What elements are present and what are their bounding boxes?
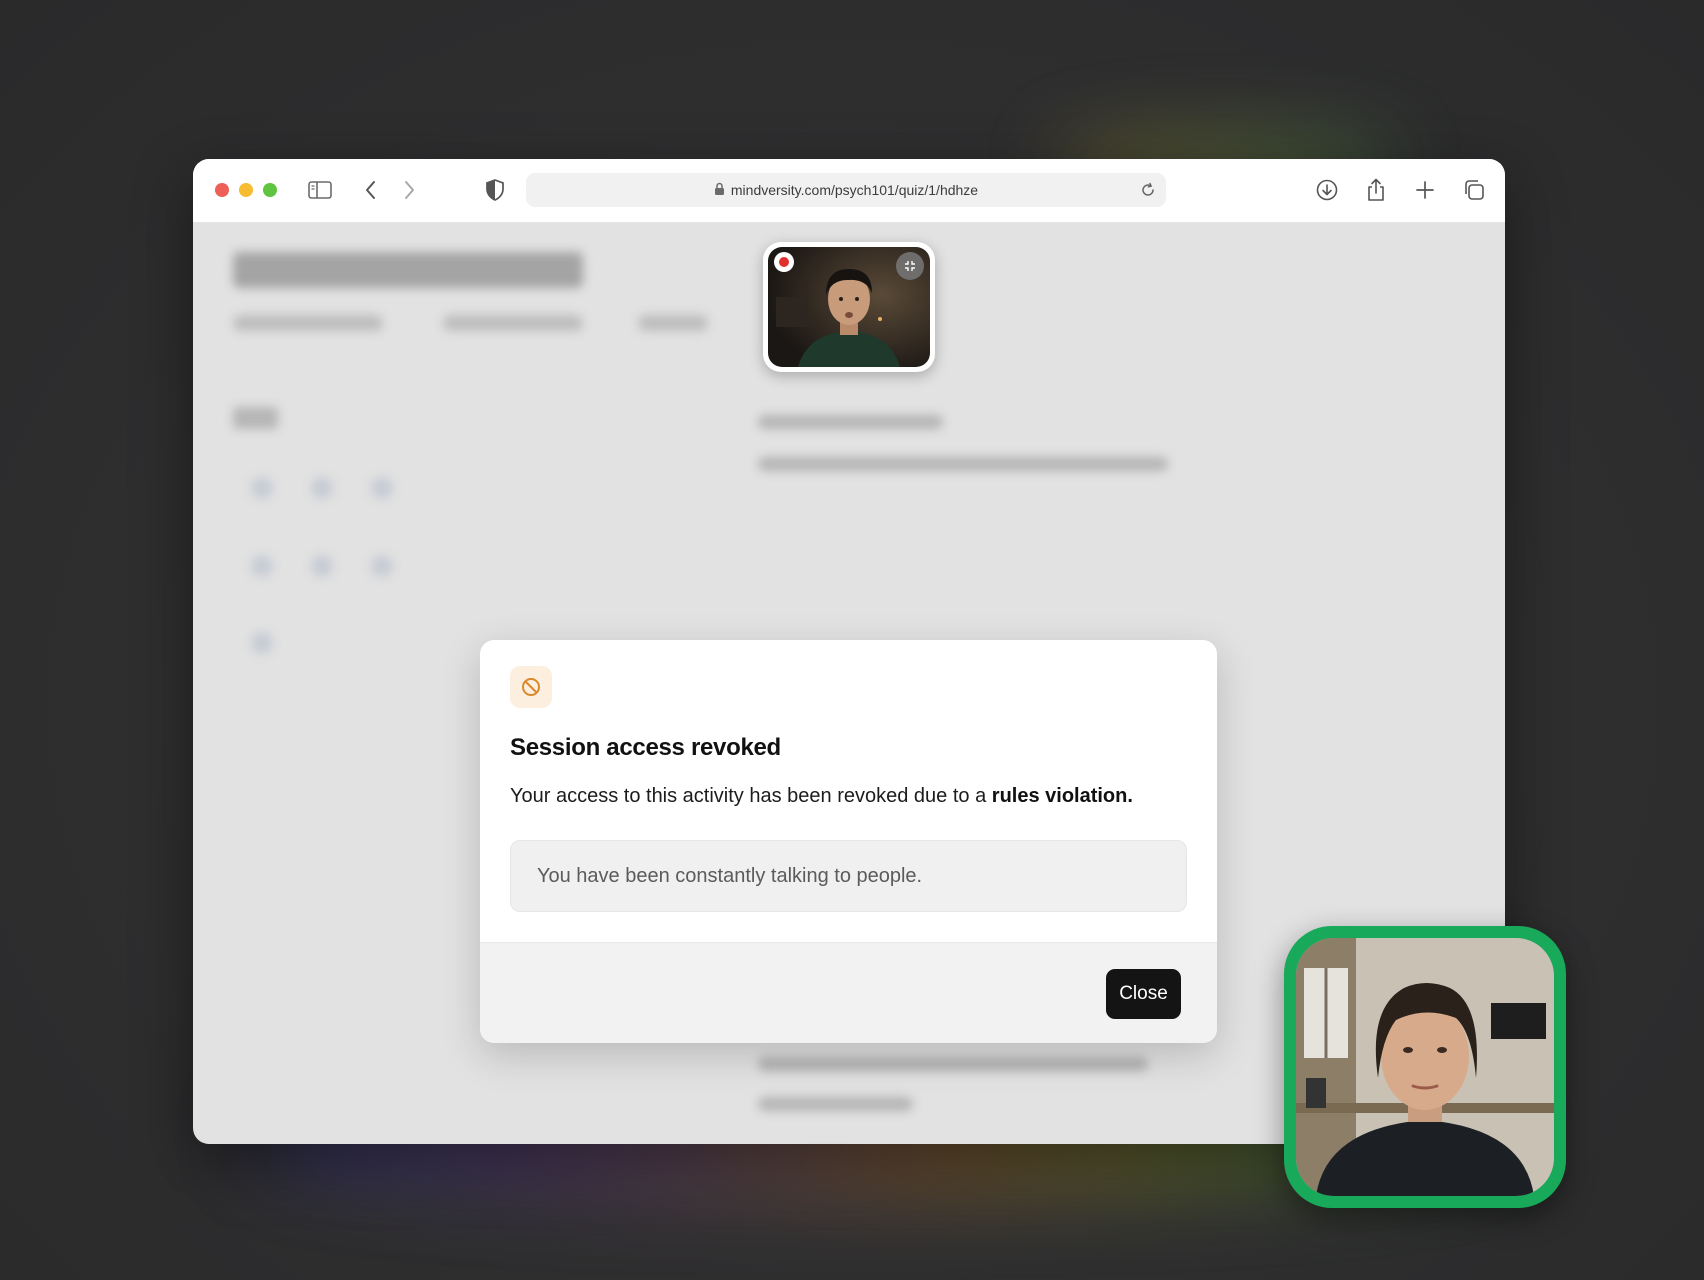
address-bar-url: mindversity.com/psych101/quiz/1/hdhze	[526, 173, 1166, 207]
forward-icon[interactable]	[394, 175, 424, 205]
collapse-icon[interactable]	[896, 252, 924, 280]
recording-dot-icon	[774, 252, 794, 272]
sidebar-icon[interactable]	[305, 175, 335, 205]
minimize-window-button[interactable]	[239, 183, 253, 197]
dialog-message: Your access to this activity has been re…	[510, 785, 1133, 808]
blurred-question-dot	[371, 555, 393, 577]
reload-icon[interactable]	[1138, 180, 1158, 200]
prohibited-icon	[510, 666, 552, 708]
download-icon[interactable]	[1312, 175, 1342, 205]
blurred-text-line	[758, 1057, 1148, 1071]
blurred-question-dot	[251, 632, 273, 654]
blurred-text-line	[758, 415, 943, 429]
back-icon[interactable]	[356, 175, 386, 205]
dialog-footer: Close	[480, 942, 1217, 1043]
lock-icon	[714, 182, 724, 195]
plus-icon[interactable]	[1410, 175, 1440, 205]
close-button[interactable]: Close	[1106, 969, 1181, 1019]
blurred-question-dot	[311, 555, 333, 577]
dialog-message-text: Your access to this activity has been re…	[510, 785, 992, 807]
blurred-question-dot	[371, 477, 393, 499]
blurred-question-dot	[251, 555, 273, 577]
session-revoked-dialog: Session access revoked Your access to th…	[480, 640, 1217, 1043]
close-window-button[interactable]	[215, 183, 229, 197]
proctor-video-feed[interactable]	[763, 242, 935, 372]
blurred-tab	[233, 315, 383, 331]
blurred-question-dot	[311, 477, 333, 499]
blurred-tab	[443, 315, 583, 331]
user-video-feed[interactable]	[1284, 926, 1566, 1208]
blurred-text-line	[758, 1097, 913, 1111]
dialog-message-emphasis: rules violation.	[991, 785, 1133, 807]
dialog-title: Session access revoked	[510, 734, 781, 761]
maximize-window-button[interactable]	[263, 183, 277, 197]
blurred-text-line	[758, 457, 1168, 471]
address-bar[interactable]: mindversity.com/psych101/quiz/1/hdhze	[526, 173, 1166, 207]
tabs-icon[interactable]	[1459, 175, 1489, 205]
blurred-subheading	[233, 407, 278, 429]
shield-icon[interactable]	[480, 175, 510, 205]
user-video	[1296, 938, 1554, 1196]
blurred-question-dot	[251, 477, 273, 499]
violation-reason: You have been constantly talking to peop…	[510, 840, 1187, 912]
browser-toolbar: mindversity.com/psych101/quiz/1/hdhze	[193, 159, 1505, 223]
blurred-tab	[638, 315, 708, 331]
share-icon[interactable]	[1361, 175, 1391, 205]
blurred-title	[233, 252, 583, 288]
